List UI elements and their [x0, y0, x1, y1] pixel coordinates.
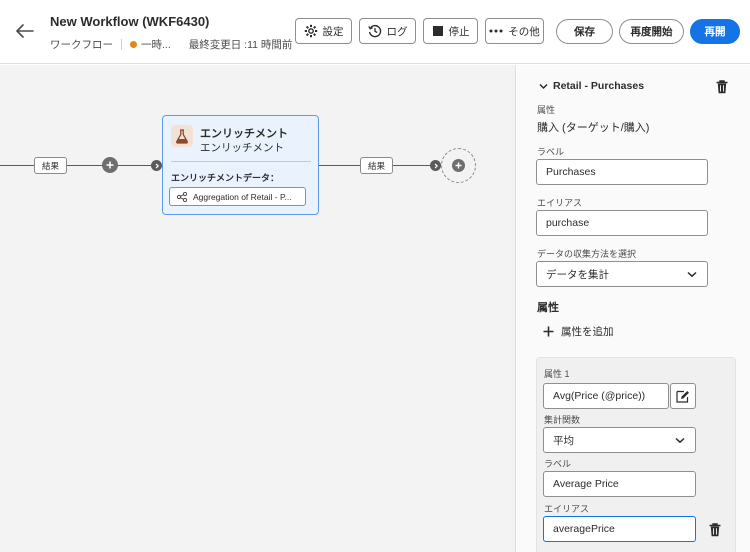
chevron-down-icon	[687, 271, 697, 277]
attribute-expression-input[interactable]: Avg(Price (@price))	[543, 383, 669, 409]
attribute-label-label: ラベル	[544, 459, 572, 469]
settings-label: 設定	[322, 25, 344, 38]
chevron-right-icon	[434, 163, 438, 168]
connector-arrow	[430, 160, 441, 171]
attribute-1-heading: 属性 1	[544, 369, 570, 379]
more-label: その他	[508, 25, 540, 38]
edit-expression-button[interactable]	[670, 383, 696, 409]
attribute-alias-label: エイリアス	[544, 504, 590, 514]
collect-method-value: データを集計	[546, 268, 609, 281]
history-icon	[367, 24, 381, 38]
chevron-down-icon	[675, 437, 685, 443]
delete-attribute-button[interactable]	[707, 522, 723, 538]
alias-input[interactable]: purchase	[536, 210, 708, 236]
plus-icon	[455, 162, 462, 169]
gear-icon	[304, 24, 317, 38]
enrichment-data-name: Aggregation of Retail - P...	[193, 191, 292, 202]
delete-button[interactable]	[714, 79, 730, 95]
label-input[interactable]: Purchases	[536, 159, 708, 185]
collect-method-select[interactable]: データを集計	[536, 261, 708, 287]
trash-icon	[709, 523, 721, 537]
insert-activity-button[interactable]	[102, 157, 118, 173]
page-title: New Workflow (WKF6430)	[50, 14, 210, 29]
enrichment-data-tag[interactable]: Aggregation of Retail - P...	[169, 187, 306, 206]
stop-button[interactable]: 停止	[423, 18, 478, 44]
edit-icon	[676, 390, 689, 403]
trash-icon	[716, 80, 728, 94]
panel-splitter[interactable]	[508, 65, 516, 552]
chevron-right-icon	[155, 163, 159, 168]
flask-icon	[171, 125, 193, 147]
divider	[121, 39, 122, 50]
arrow-left-icon	[16, 24, 34, 38]
back-button[interactable]	[12, 18, 38, 44]
collect-method-label: データの収集方法を選択	[537, 249, 637, 259]
attribute-alias-input[interactable]: averagePrice	[543, 516, 696, 542]
header-bar: New Workflow (WKF6430) ワークフロー 一時... 最終変更…	[0, 0, 750, 64]
add-activity-button[interactable]	[441, 148, 476, 183]
last-modified: 最終変更日 :11 時間前	[188, 39, 293, 51]
connector-line	[0, 165, 162, 166]
stop-icon	[432, 26, 443, 36]
aggregate-function-value: 平均	[553, 434, 574, 447]
attribute-value: 購入 (ターゲット/購入)	[537, 122, 650, 134]
panel-title: Retail - Purchases	[553, 80, 645, 92]
stop-label: 停止	[448, 25, 470, 38]
divider	[171, 161, 311, 162]
enrichment-data-label: エンリッチメントデータ：	[171, 173, 280, 183]
add-attribute-button[interactable]: 属性を追加	[543, 324, 614, 339]
log-label: ログ	[386, 25, 408, 38]
plus-icon	[106, 161, 114, 169]
result-chip[interactable]: 結果	[360, 157, 393, 174]
more-button[interactable]: その他	[485, 18, 544, 44]
status-dot-icon	[130, 41, 137, 48]
node-subtitle: エンリッチメント	[200, 142, 284, 154]
workflow-meta: ワークフロー 一時... 最終変更日 :11 時間前	[50, 37, 292, 52]
save-button[interactable]: 保存	[556, 19, 613, 44]
status-badge: 一時...	[141, 39, 171, 51]
chevron-down-icon	[539, 83, 548, 89]
add-attribute-label: 属性を追加	[561, 326, 614, 338]
aggregate-function-select[interactable]: 平均	[543, 427, 696, 453]
attribute-label: 属性	[537, 105, 556, 115]
enrichment-node[interactable]: エンリッチメント エンリッチメント エンリッチメントデータ： Aggregati…	[162, 115, 319, 215]
workflow-type: ワークフロー	[50, 39, 113, 51]
attributes-heading: 属性	[537, 302, 559, 314]
connector-arrow	[151, 160, 162, 171]
result-chip[interactable]: 結果	[34, 157, 67, 174]
aggregate-function-label: 集計関数	[544, 415, 581, 425]
attribute-label-input[interactable]: Average Price	[543, 471, 696, 497]
log-button[interactable]: ログ	[359, 18, 416, 44]
restart-button[interactable]: 再度開始	[619, 19, 684, 44]
node-title: エンリッチメント	[200, 128, 288, 140]
link-icon	[177, 191, 187, 202]
settings-button[interactable]: 設定	[295, 18, 352, 44]
alias-field-label: エイリアス	[537, 198, 583, 208]
more-icon	[489, 29, 503, 33]
plus-icon	[543, 326, 554, 337]
label-field-label: ラベル	[537, 147, 565, 157]
resume-button[interactable]: 再開	[690, 19, 740, 44]
panel-title-row[interactable]: Retail - Purchases	[539, 80, 644, 92]
